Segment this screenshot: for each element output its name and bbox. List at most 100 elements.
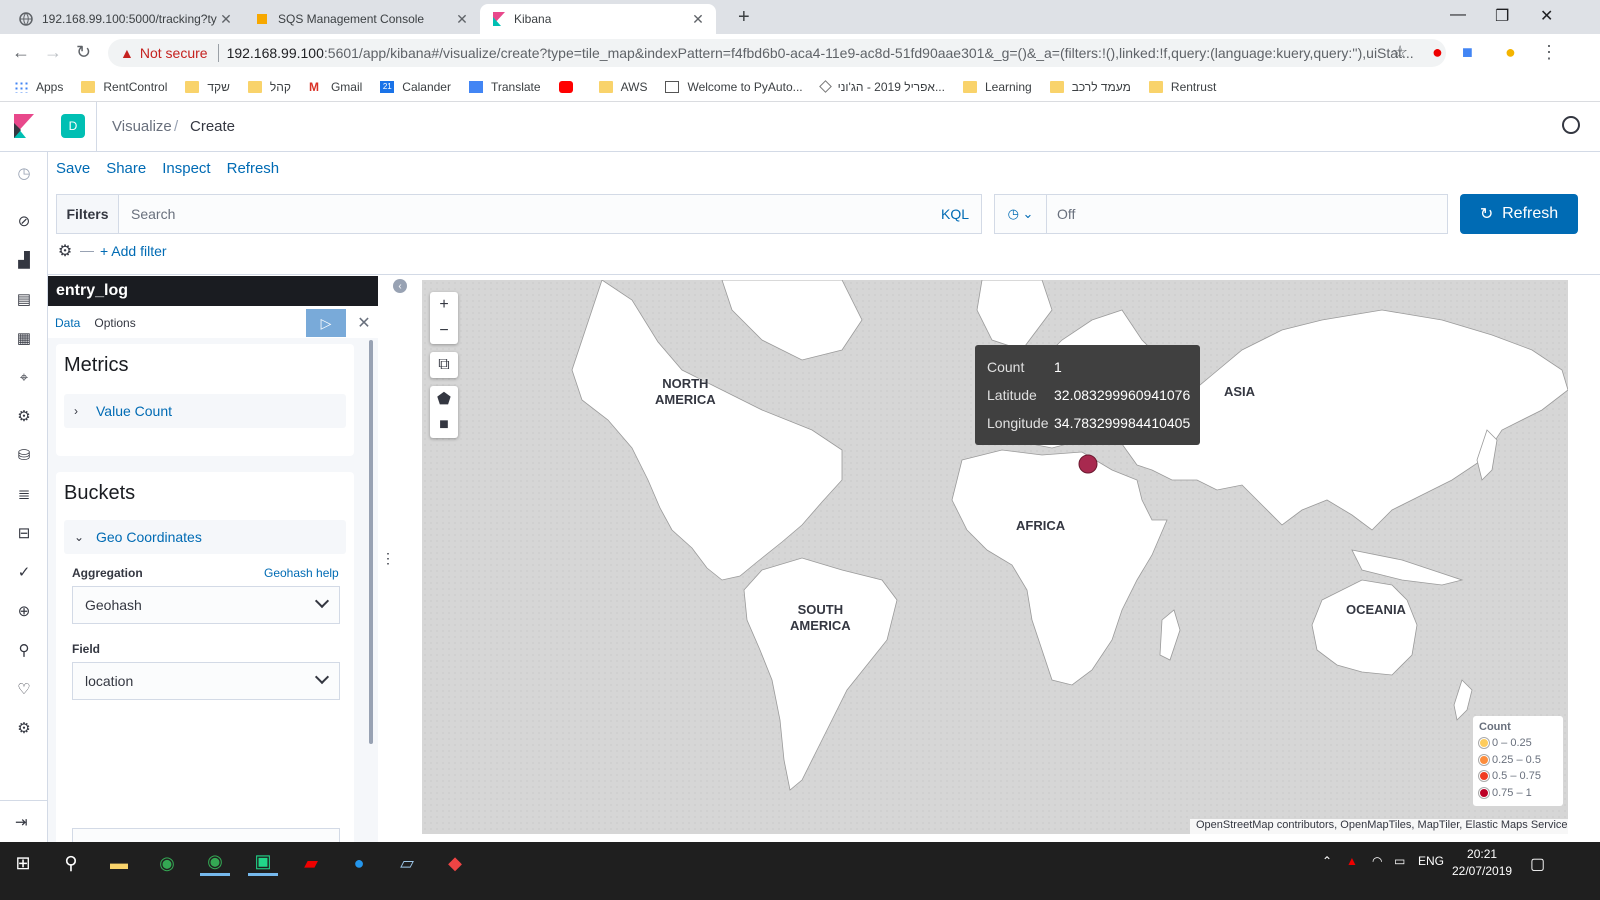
notifications-icon[interactable]: ▢	[1530, 854, 1545, 874]
new-tab-icon[interactable]: +	[738, 6, 750, 29]
language-indicator[interactable]: ENG	[1418, 854, 1444, 868]
bookmark-translate[interactable]: Translate	[468, 80, 541, 94]
monitoring-icon[interactable]: ♡	[15, 680, 33, 698]
browser-tab-tracking[interactable]: 192.168.99.100:5000/tracking?ty ✕	[8, 4, 244, 34]
acrobat-icon[interactable]: ▰	[296, 850, 326, 876]
siem-icon[interactable]: ⊕	[15, 602, 33, 620]
close-tab-icon[interactable]: ✕	[454, 11, 470, 28]
geohash-help-link[interactable]: Geohash help	[264, 566, 339, 580]
security-status[interactable]: Not secure	[140, 45, 208, 61]
chrome-active-icon[interactable]: ◉	[200, 850, 230, 876]
chrome-icon[interactable]: ◉	[152, 850, 182, 876]
star-icon[interactable]: ☆	[1392, 42, 1408, 63]
bookmark-youtube[interactable]	[558, 80, 581, 93]
metric-value-count[interactable]: › Value Count	[64, 394, 346, 428]
canvas-icon[interactable]: ▦	[15, 329, 33, 347]
tab-data[interactable]: Data	[48, 309, 88, 337]
discover-icon[interactable]: ⊘	[15, 212, 33, 230]
close-tab-icon[interactable]: ✕	[690, 11, 706, 28]
logs-icon[interactable]: ≣	[15, 485, 33, 503]
browser-tab-sqs[interactable]: SQS Management Console ✕	[244, 4, 480, 34]
bookmark-shaked[interactable]: שקד	[185, 80, 230, 94]
url-field[interactable]: ▲ Not secure 192.168.99.100 :5601/app/ki…	[108, 39, 1446, 67]
reload-icon[interactable]: ↻	[76, 42, 91, 63]
zoom-in-icon[interactable]: +	[430, 292, 458, 318]
close-window-icon[interactable]: ✕	[1540, 6, 1553, 26]
apply-changes-button[interactable]: ▷	[306, 309, 346, 337]
file-explorer-icon[interactable]: ▬	[104, 850, 134, 876]
search-icon[interactable]: ⚲	[56, 850, 86, 876]
management-gear-icon[interactable]: ⚙	[15, 719, 33, 737]
sidebar-scrollbar[interactable]	[369, 340, 373, 744]
aggregation-select[interactable]: Geohash	[72, 586, 340, 624]
dev-tools-icon[interactable]: ⚲	[15, 641, 33, 659]
menu-kebab-icon[interactable]: ⋮	[1540, 42, 1558, 63]
space-avatar[interactable]: D	[61, 114, 85, 138]
opera-extension-icon[interactable]: ●	[1432, 42, 1443, 63]
bucket-geo-coordinates[interactable]: ⌄ Geo Coordinates	[64, 520, 346, 554]
close-tab-icon[interactable]: ✕	[218, 11, 234, 28]
pycharm-icon[interactable]: ▣	[248, 850, 278, 876]
rectangle-icon[interactable]: ■	[430, 412, 458, 438]
discard-icon[interactable]: ✕	[354, 309, 374, 337]
bookmark-kahal[interactable]: קהל	[247, 80, 291, 94]
maximize-icon[interactable]: ❐	[1495, 6, 1509, 26]
visualize-icon[interactable]: ▟	[15, 251, 33, 269]
docker-icon[interactable]: ●	[344, 850, 374, 876]
battery-icon[interactable]: ▭	[1394, 854, 1405, 868]
bookmark-apps[interactable]: Apps	[14, 80, 63, 94]
dashboard-icon[interactable]: ▤	[15, 290, 33, 308]
tab-options[interactable]: Options	[87, 309, 142, 337]
bookmark-calander[interactable]: 21 Calander	[380, 80, 451, 94]
apm-icon[interactable]: ⊟	[15, 524, 33, 542]
field-select[interactable]: location	[72, 662, 340, 700]
notepad-icon[interactable]: ▱	[392, 850, 422, 876]
collapse-sidebar-icon[interactable]: ‹	[393, 279, 407, 293]
bookmark-gmail[interactable]: M Gmail	[309, 80, 362, 94]
search-input[interactable]: Search	[119, 206, 941, 222]
kql-toggle[interactable]: KQL	[941, 206, 981, 222]
profile-avatar-icon[interactable]: ●	[1505, 42, 1516, 63]
refresh-link[interactable]: Refresh	[227, 160, 280, 177]
bookmark-maamad[interactable]: מעמד לרכב	[1049, 80, 1131, 94]
breadcrumb-visualize[interactable]: Visualize	[112, 118, 172, 135]
kibana-logo-icon[interactable]	[12, 114, 36, 138]
expand-nav-icon[interactable]: ⇥	[15, 813, 28, 831]
add-filter-link[interactable]: + Add filter	[100, 243, 167, 259]
antivirus-icon[interactable]: ▲	[1346, 854, 1358, 868]
geohash-marker[interactable]	[1078, 454, 1098, 474]
refresh-button[interactable]: ↻ Refresh	[1460, 194, 1578, 234]
bookmark-april[interactable]: אפריל 2019 - הג'וני...	[818, 80, 945, 94]
share-link[interactable]: Share	[106, 160, 146, 177]
polygon-icon[interactable]: ⬟	[430, 386, 458, 412]
zoom-out-icon[interactable]: −	[430, 318, 458, 344]
windows-start-icon[interactable]: ⊞	[8, 850, 38, 876]
bookmark-pyauto[interactable]: Welcome to PyAuto...	[665, 80, 803, 94]
uptime-icon[interactable]: ✓	[15, 563, 33, 581]
bookmark-rentcontrol[interactable]: RentControl	[81, 80, 167, 94]
back-icon[interactable]: ←	[12, 42, 30, 63]
quick-menu-button[interactable]: ◷ ⌄	[995, 195, 1047, 233]
infrastructure-icon[interactable]: ⛁	[15, 446, 33, 464]
crop-icon[interactable]: ⧉	[430, 352, 458, 378]
ml-icon[interactable]: ⚙	[15, 407, 33, 425]
bookmark-aws[interactable]: AWS	[598, 80, 647, 94]
map-attribution[interactable]: OpenStreetMap contributors, OpenMapTiles…	[1190, 819, 1574, 834]
recent-icon[interactable]: ◷	[15, 164, 33, 182]
chevron-up-icon[interactable]: ⌃	[1322, 854, 1332, 868]
resize-handle-icon[interactable]: ⋮	[381, 550, 395, 567]
browser-tab-kibana[interactable]: Kibana ✕	[480, 4, 716, 34]
bookmark-learning[interactable]: Learning	[962, 80, 1032, 94]
extension-icon[interactable]: ■	[1462, 42, 1473, 63]
wifi-icon[interactable]: ◠	[1372, 854, 1382, 868]
bookmark-rentrust[interactable]: Rentrust	[1148, 80, 1216, 94]
forward-icon[interactable]: →	[44, 42, 62, 63]
minimize-icon[interactable]: —	[1450, 6, 1466, 24]
help-menu-icon[interactable]	[1562, 116, 1580, 134]
inspect-link[interactable]: Inspect	[162, 160, 210, 177]
app-icon[interactable]: ◆	[440, 850, 470, 876]
save-link[interactable]: Save	[56, 160, 90, 177]
clock[interactable]: 20:21 22/07/2019	[1452, 846, 1512, 880]
maps-icon[interactable]: ⌖	[15, 368, 33, 386]
time-value[interactable]: Off	[1047, 206, 1075, 222]
